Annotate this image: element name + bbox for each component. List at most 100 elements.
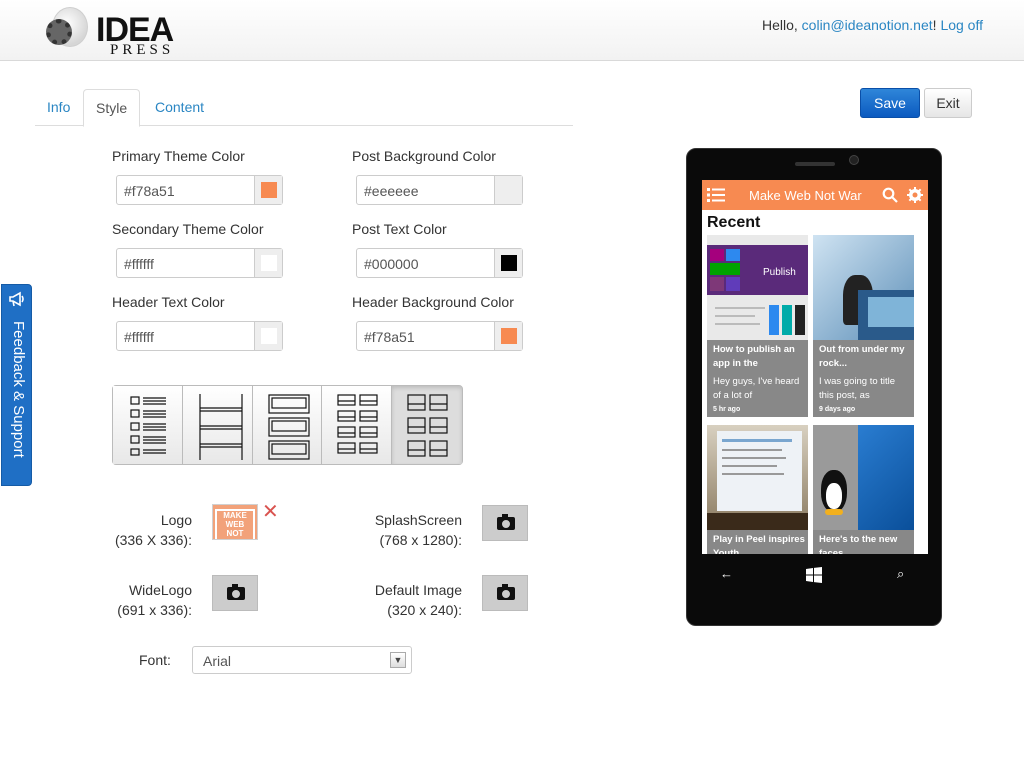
post-text-color-value[interactable]: #000000 (364, 256, 419, 272)
header-text-color-value[interactable]: #ffffff (124, 329, 154, 345)
splash-label: SplashScreen (768 x 1280): (342, 510, 462, 550)
recent-heading: Recent (707, 214, 761, 231)
layout-grid3-option[interactable] (392, 386, 462, 464)
post-bg-color-value[interactable]: #eeeeee (364, 183, 419, 199)
color-swatch (501, 328, 517, 344)
post-text-color-picker[interactable] (494, 249, 522, 277)
splash-size-text: (768 x 1280): (379, 532, 463, 548)
font-label: Font: (139, 652, 171, 668)
publish-tile-text: Publish (763, 267, 796, 278)
feedback-label: Feedback & Support (10, 321, 27, 458)
back-arrow-icon[interactable]: ← (720, 566, 733, 581)
primary-color-field[interactable]: #f78a51 (116, 175, 283, 205)
post-image (813, 235, 914, 340)
tab-info[interactable]: Info (35, 89, 82, 126)
post-bg-color-field[interactable]: #eeeeee (356, 175, 523, 205)
gear-icon (46, 19, 72, 45)
default-image-upload-button[interactable] (482, 575, 528, 611)
post-date: 5 hr ago (713, 406, 741, 413)
post-image (707, 425, 808, 530)
color-swatch (261, 328, 277, 344)
font-select[interactable]: Arial ▼ (192, 646, 412, 674)
post-bg-color-label: Post Background Color (352, 148, 496, 164)
app-header-bar: Make Web Not War (702, 180, 928, 210)
post-card[interactable]: Publish How to publish an app in the Hey… (707, 235, 808, 417)
logo-size-text: (336 X 336): (114, 532, 192, 548)
logo-thumb-text: MAKE WEB NOT WAR (215, 509, 255, 539)
phone-preview: Make Web Not War Recent Publish How to p… (686, 148, 942, 626)
remove-logo-icon[interactable]: ✕ (262, 502, 279, 522)
camera-icon (227, 584, 245, 600)
save-button[interactable]: Save (860, 88, 920, 118)
header-text-color-field[interactable]: #ffffff (116, 321, 283, 351)
post-image (813, 425, 914, 530)
camera-icon (497, 514, 515, 530)
widelogo-label-text: WideLogo (128, 582, 192, 598)
phone-screen: Make Web Not War Recent Publish How to p… (702, 180, 928, 554)
user-email-link[interactable]: colin@ideanotion.net (802, 17, 933, 33)
header-bg-color-field[interactable]: #f78a51 (356, 321, 523, 351)
header-text-color-label: Header Text Color (112, 294, 225, 310)
splash-label-text: SplashScreen (374, 512, 462, 528)
primary-color-value[interactable]: #f78a51 (124, 183, 175, 199)
secondary-color-field[interactable]: #ffffff (116, 248, 283, 278)
widelogo-label: WideLogo (691 x 336): (92, 580, 192, 620)
post-text-color-field[interactable]: #000000 (356, 248, 523, 278)
layout-grid2-option[interactable] (322, 386, 393, 464)
post-title: How to publish an app in the (713, 344, 795, 369)
chevron-down-icon[interactable]: ▼ (390, 652, 406, 668)
grid3-layout-icon (407, 394, 448, 457)
logo-thumbnail[interactable]: MAKE WEB NOT WAR (212, 504, 258, 540)
rows-layout-icon (199, 394, 243, 460)
tab-content[interactable]: Content (143, 89, 216, 126)
post-title: Out from under my rock... (819, 344, 905, 369)
user-greeting: Hello, colin@ideanotion.net! Log off (762, 17, 983, 33)
exit-button[interactable]: Exit (924, 88, 972, 118)
color-swatch (501, 182, 517, 198)
layout-list-option[interactable] (113, 386, 183, 464)
megaphone-icon (9, 291, 24, 307)
post-image: Publish (707, 235, 808, 340)
editor-tabs: Info Style Content (35, 89, 573, 127)
greeting-exclaim: ! (932, 17, 937, 33)
ideapress-logo[interactable]: IDEA PRESS (46, 5, 174, 59)
header-bg-color-picker[interactable] (494, 322, 522, 350)
secondary-color-value[interactable]: #ffffff (124, 256, 154, 272)
header-text-color-picker[interactable] (254, 322, 282, 350)
post-card[interactable]: Here's to the new faces (813, 425, 914, 554)
header-bg-color-value[interactable]: #f78a51 (364, 329, 415, 345)
post-bg-color-picker[interactable] (494, 176, 522, 204)
logout-link[interactable]: Log off (940, 17, 983, 33)
post-title: Here's to the new faces (819, 534, 898, 554)
splash-upload-button[interactable] (482, 505, 528, 541)
post-excerpt: I was going to title this post, as (819, 376, 896, 401)
logo-subtitle: PRESS (110, 42, 175, 58)
color-swatch (501, 255, 517, 271)
phone-camera (849, 155, 859, 165)
primary-color-picker[interactable] (254, 176, 282, 204)
secondary-color-label: Secondary Theme Color (112, 221, 264, 237)
post-text-color-label: Post Text Color (352, 221, 447, 237)
secondary-color-picker[interactable] (254, 249, 282, 277)
feedback-support-tab[interactable]: Feedback & Support (1, 284, 32, 486)
phone-speaker (795, 162, 835, 166)
app-title: Make Web Not War (749, 188, 862, 203)
search-icon[interactable] (882, 187, 898, 203)
greeting-text: Hello, (761, 17, 802, 33)
post-card[interactable]: Out from under my rock... I was going to… (813, 235, 914, 417)
cards-layout-icon (267, 394, 310, 460)
logo-label-text: Logo (160, 512, 192, 528)
grid2-layout-icon (337, 394, 378, 454)
logo-label: Logo (336 X 336): (92, 510, 192, 550)
settings-gear-icon[interactable] (907, 187, 923, 203)
list-menu-icon[interactable] (707, 187, 725, 203)
tab-style[interactable]: Style (83, 89, 141, 127)
phone-nav-bar: ← ⌕ (687, 554, 943, 594)
windows-start-icon[interactable] (806, 567, 822, 583)
phone-search-icon[interactable]: ⌕ (897, 566, 904, 582)
layout-cards-option[interactable] (252, 386, 323, 464)
post-card[interactable]: Play in Peel inspires Youth (707, 425, 808, 554)
widelogo-upload-button[interactable] (212, 575, 258, 611)
camera-icon (497, 584, 515, 600)
layout-rows-option[interactable] (182, 386, 253, 464)
